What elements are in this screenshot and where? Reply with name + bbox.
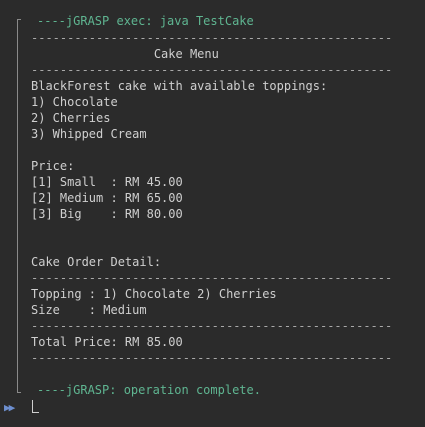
output-line: 3) Whipped Cream — [31, 127, 147, 141]
output-line: Price: — [31, 159, 75, 173]
output-line: Topping : 1) Chocolate 2) Cherries — [31, 287, 277, 301]
output-line: Cake Order Detail: — [31, 255, 162, 269]
separator-line: ----------------------------------------… — [31, 31, 393, 45]
input-cursor[interactable] — [32, 400, 39, 413]
separator-line: ----------------------------------------… — [31, 63, 393, 77]
menu-title: Cake Menu — [31, 47, 219, 61]
separator-line: ----------------------------------------… — [31, 319, 393, 333]
output-line: Total Price: RM 85.00 — [31, 335, 183, 349]
run-bracket — [17, 19, 21, 393]
output-line: 1) Chocolate — [31, 95, 118, 109]
operation-complete-line: ----jGRASP: operation complete. — [37, 383, 261, 397]
output-line: [3] Big : RM 80.00 — [31, 207, 183, 221]
output-line: [2] Medium : RM 65.00 — [31, 191, 183, 205]
console-output[interactable]: ----jGRASP exec: java TestCake ---------… — [0, 0, 425, 427]
run-arrows-icon: ▶▶ — [4, 401, 15, 414]
exec-command-line: ----jGRASP exec: java TestCake — [37, 14, 254, 28]
output-line: Size : Medium — [31, 303, 147, 317]
separator-line: ----------------------------------------… — [31, 351, 393, 365]
output-line: [1] Small : RM 45.00 — [31, 175, 183, 189]
separator-line: ----------------------------------------… — [31, 271, 393, 285]
output-line: 2) Cherries — [31, 111, 111, 125]
output-line: BlackForest cake with available toppings… — [31, 79, 328, 93]
